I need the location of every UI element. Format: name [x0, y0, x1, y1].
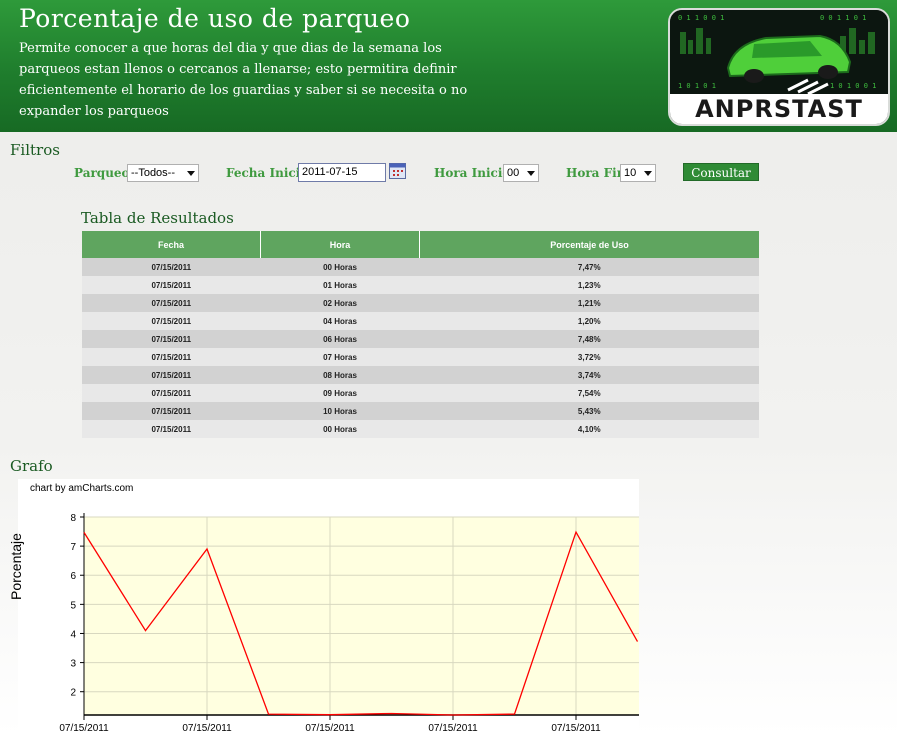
parqueo-label: Parqueo: — [74, 166, 134, 180]
x-tick-label: 07/15/2011 — [182, 723, 232, 734]
table-row: 07/15/2011 10 Horas 5,43% — [82, 402, 759, 420]
cell-fecha: 07/15/2011 — [82, 258, 261, 276]
results-table: Fecha Hora Porcentaje de Uso 07/15/2011 0… — [82, 231, 759, 438]
table-row: 07/15/2011 02 Horas 1,21% — [82, 294, 759, 312]
plot-area — [84, 517, 639, 715]
cell-fecha: 07/15/2011 — [82, 366, 261, 384]
cell-fecha: 07/15/2011 — [82, 312, 261, 330]
cell-fecha: 07/15/2011 — [82, 294, 261, 312]
cell-hora: 10 Horas — [260, 402, 420, 420]
chevron-down-icon — [187, 171, 195, 176]
cell-hora: 01 Horas — [260, 276, 420, 294]
car-logo-graphic: 0 1 1 0 0 1 0 0 1 1 0 1 1 0 1 0 1 1 0 1 … — [670, 10, 888, 94]
x-tick-label: 07/15/2011 — [59, 723, 109, 734]
svg-text:1 0 1 0 0 1: 1 0 1 0 0 1 — [830, 82, 876, 90]
page-description: Permite conocer a que horas del dia y qu… — [19, 41, 468, 119]
hora-inicio-select[interactable]: 00 — [503, 164, 539, 182]
fecha-inicio-value: 2011-07-15 — [302, 166, 358, 178]
chevron-down-icon — [644, 171, 652, 176]
chart-container: chart by amCharts.com 2 3 4 5 6 7 8 07/15/2011 0… — [18, 479, 639, 736]
cell-fecha: 07/15/2011 — [82, 330, 261, 348]
grafo-heading: Grafo — [10, 457, 53, 475]
parqueo-select[interactable]: --Todos-- — [127, 164, 199, 182]
column-header-fecha: Fecha — [82, 231, 261, 258]
cell-hora: 08 Horas — [260, 366, 420, 384]
fecha-inicio-input[interactable]: 2011-07-15 — [298, 163, 386, 182]
cell-porcentaje: 7,48% — [419, 330, 759, 348]
filters-heading: Filtros — [10, 141, 60, 159]
y-tick-label: 7 — [70, 542, 76, 553]
cell-porcentaje: 7,47% — [419, 258, 759, 276]
cell-porcentaje: 3,74% — [419, 366, 759, 384]
x-tick-label: 07/15/2011 — [551, 723, 601, 734]
table-row: 07/15/2011 00 Horas 7,47% — [82, 258, 759, 276]
cell-porcentaje: 1,21% — [419, 294, 759, 312]
parqueo-select-value: --Todos-- — [131, 167, 176, 179]
calendar-icon[interactable] — [389, 163, 406, 179]
cell-hora: 09 Horas — [260, 384, 420, 402]
y-axis-label: Porcentaje — [8, 533, 24, 600]
cell-porcentaje: 7,54% — [419, 384, 759, 402]
cell-hora: 02 Horas — [260, 294, 420, 312]
y-tick-label: 3 — [70, 659, 76, 670]
x-tick-label: 07/15/2011 — [305, 723, 355, 734]
page-header: Porcentaje de uso de parqueo Permite con… — [0, 0, 897, 132]
consultar-button[interactable]: Consultar — [683, 163, 759, 181]
y-tick-label: 8 — [70, 513, 76, 524]
hora-fin-select[interactable]: 10 — [620, 164, 656, 182]
column-header-hora: Hora — [260, 231, 420, 258]
y-tick-label: 5 — [70, 600, 76, 611]
x-tick-label: 07/15/2011 — [428, 723, 478, 734]
cell-porcentaje: 4,10% — [419, 420, 759, 438]
results-heading: Tabla de Resultados — [81, 209, 234, 227]
hora-inicio-value: 00 — [507, 167, 520, 179]
table-row: 07/15/2011 01 Horas 1,23% — [82, 276, 759, 294]
line-chart: 2 3 4 5 6 7 8 07/15/2011 07/15/2011 07/15/2011 07/… — [59, 513, 639, 734]
y-tick-label: 4 — [70, 629, 76, 640]
cell-hora: 00 Horas — [260, 258, 420, 276]
cell-porcentaje: 1,20% — [419, 312, 759, 330]
cell-hora: 04 Horas — [260, 312, 420, 330]
cell-fecha: 07/15/2011 — [82, 402, 261, 420]
column-header-porcentaje: Porcentaje de Uso — [419, 231, 759, 258]
y-tick-label: 2 — [70, 688, 76, 699]
cell-porcentaje: 5,43% — [419, 402, 759, 420]
hora-fin-value: 10 — [624, 167, 637, 179]
table-row: 07/15/2011 08 Horas 3,74% — [82, 366, 759, 384]
y-tick-label: 6 — [70, 571, 76, 582]
cell-hora: 00 Horas — [260, 420, 420, 438]
table-header-row: Fecha Hora Porcentaje de Uso — [82, 231, 759, 258]
cell-hora: 07 Horas — [260, 348, 420, 366]
cell-fecha: 07/15/2011 — [82, 348, 261, 366]
table-row: 07/15/2011 04 Horas 1,20% — [82, 312, 759, 330]
cell-porcentaje: 1,23% — [419, 276, 759, 294]
svg-text:0 0 1 1 0 1: 0 0 1 1 0 1 — [820, 14, 866, 22]
anprstast-logo: 0 1 1 0 0 1 0 0 1 1 0 1 1 0 1 0 1 1 0 1 … — [668, 8, 890, 126]
cell-fecha: 07/15/2011 — [82, 276, 261, 294]
chevron-down-icon — [527, 171, 535, 176]
table-row: 07/15/2011 09 Horas 7,54% — [82, 384, 759, 402]
svg-text:1 0 1 0 1: 1 0 1 0 1 — [678, 82, 716, 90]
svg-text:0 1 1 0 0 1: 0 1 1 0 0 1 — [678, 14, 724, 22]
page-title: Porcentaje de uso de parqueo — [19, 4, 411, 33]
table-row: 07/15/2011 07 Horas 3,72% — [82, 348, 759, 366]
table-row: 07/15/2011 06 Horas 7,48% — [82, 330, 759, 348]
logo-text: ANPRSTAST — [670, 94, 888, 124]
cell-fecha: 07/15/2011 — [82, 420, 261, 438]
cell-fecha: 07/15/2011 — [82, 384, 261, 402]
cell-porcentaje: 3,72% — [419, 348, 759, 366]
table-row: 07/15/2011 00 Horas 4,10% — [82, 420, 759, 438]
cell-hora: 06 Horas — [260, 330, 420, 348]
